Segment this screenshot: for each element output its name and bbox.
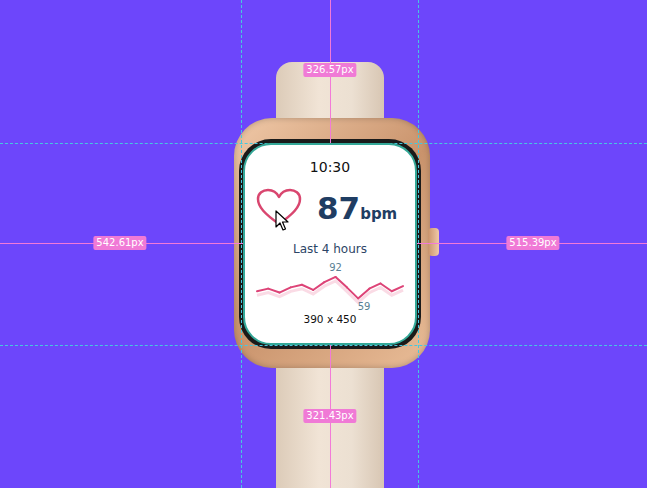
chart-segment — [324, 277, 335, 282]
distance-label: 515.39px — [506, 236, 559, 250]
heart-rate-row: 87bpm — [255, 188, 405, 228]
chart-segment — [381, 283, 392, 291]
chart-segment — [392, 286, 403, 291]
watch-screen[interactable]: 10:3087bpmLast 4 hours9259390 x 450 — [243, 143, 417, 345]
watch-crown[interactable] — [428, 228, 439, 256]
chart-segment — [291, 285, 302, 288]
distance-label: 321.43px — [303, 409, 356, 423]
design-canvas: 10:3087bpmLast 4 hours9259390 x 450326.5… — [0, 0, 647, 488]
heart-rate: 87bpm — [317, 189, 397, 227]
cursor-icon — [275, 210, 289, 232]
chart-segment — [336, 277, 347, 287]
chart-segment — [313, 282, 324, 290]
chart-segment — [279, 287, 290, 292]
guide-line — [418, 0, 419, 488]
chart-segment — [302, 285, 313, 290]
chart-segment — [268, 289, 279, 293]
distance-label: 326.57px — [303, 63, 356, 77]
heart-rate-chart: 9259 — [255, 265, 405, 309]
heart-rate-value: 87 — [317, 189, 360, 227]
period-label: Last 4 hours — [293, 242, 367, 257]
time-text: 10:30 — [310, 158, 350, 176]
distance-label: 542.61px — [93, 236, 146, 250]
size-label: 390 x 450 — [304, 313, 357, 326]
guide-line — [241, 0, 242, 488]
chart-segment — [347, 287, 358, 298]
max-label: 92 — [329, 262, 342, 274]
chart-segment — [257, 289, 268, 292]
heart-icon — [255, 188, 303, 228]
heart-rate-unit: bpm — [360, 205, 397, 223]
chart-segment — [358, 289, 369, 299]
guide-line — [0, 345, 647, 346]
min-label: 59 — [358, 301, 371, 313]
chart-segment — [369, 283, 380, 288]
